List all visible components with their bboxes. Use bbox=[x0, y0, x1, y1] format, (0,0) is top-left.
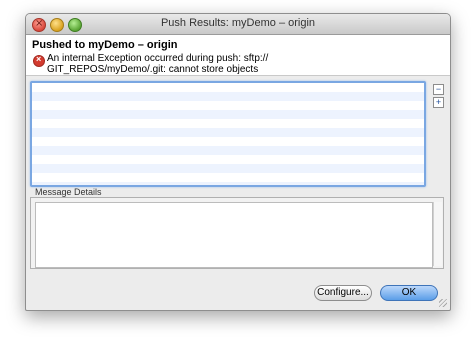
message-details-group bbox=[30, 197, 444, 269]
list-row[interactable] bbox=[32, 173, 424, 182]
ok-button[interactable]: OK bbox=[380, 285, 438, 301]
expand-all-button[interactable]: + bbox=[433, 97, 444, 108]
error-message-line-2: GIT_REPOS/myDemo/.git: cannot store obje… bbox=[47, 64, 259, 75]
resize-grip-icon[interactable] bbox=[439, 299, 447, 307]
list-row[interactable] bbox=[32, 101, 424, 110]
expand-icon: + bbox=[435, 97, 442, 107]
window-title: Push Results: myDemo – origin bbox=[160, 17, 316, 29]
result-header: Pushed to myDemo – origin × An internal … bbox=[26, 35, 450, 76]
list-row[interactable] bbox=[32, 119, 424, 128]
message-details-label: Message Details bbox=[35, 187, 102, 197]
error-icon: × bbox=[33, 54, 45, 67]
list-row[interactable] bbox=[32, 92, 424, 101]
push-results-list[interactable] bbox=[30, 81, 426, 187]
list-row[interactable] bbox=[32, 146, 424, 155]
collapse-icon: − bbox=[435, 84, 442, 94]
header-title: Pushed to myDemo – origin bbox=[32, 39, 178, 51]
collapse-all-button[interactable]: − bbox=[433, 84, 444, 95]
configure-button[interactable]: Configure... bbox=[314, 285, 372, 301]
list-row[interactable] bbox=[32, 83, 424, 92]
list-row[interactable] bbox=[32, 155, 424, 164]
list-row[interactable] bbox=[32, 128, 424, 137]
message-details-scrollbar[interactable] bbox=[433, 202, 442, 266]
error-message: An internal Exception occurred during pu… bbox=[47, 53, 347, 75]
list-row[interactable] bbox=[32, 137, 424, 146]
error-message-line-1: An internal Exception occurred during pu… bbox=[47, 53, 269, 64]
title-bar: × Push Results: myDemo – origin bbox=[26, 14, 450, 35]
list-row[interactable] bbox=[32, 164, 424, 173]
list-row[interactable] bbox=[32, 110, 424, 119]
message-details-text[interactable] bbox=[35, 202, 433, 268]
push-results-dialog: × Push Results: myDemo – origin Pushed t… bbox=[25, 13, 451, 311]
